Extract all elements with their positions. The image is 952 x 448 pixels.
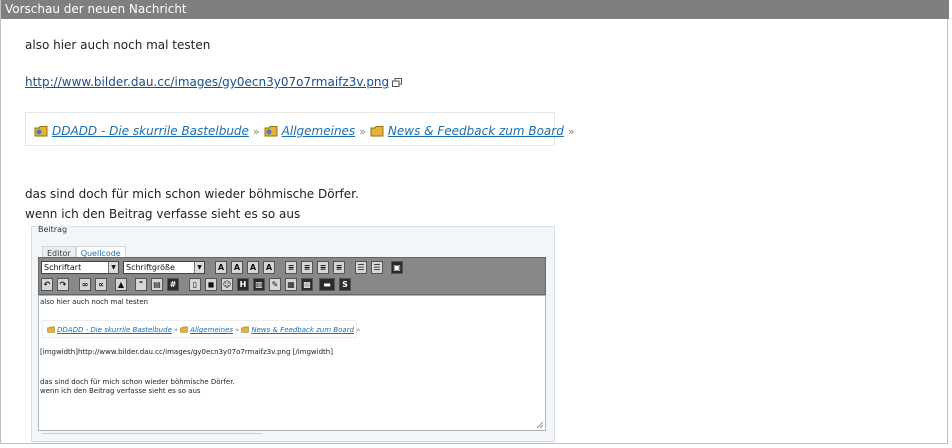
heading-icon[interactable]: H [237,278,249,291]
justify-button[interactable]: ≡ [333,261,345,274]
folder-icon [370,126,384,137]
editor-line-3: wenn ich den Beitrag verfasse sieht es s… [40,387,201,395]
message-line-3: wenn ich den Beitrag verfasse sieht es s… [25,207,301,221]
breadcrumb: DDADD - Die skurrile Bastelbude» Allgemei… [34,123,579,138]
list-button[interactable]: ☰ [355,261,367,274]
align-center-button[interactable]: ≡ [301,261,313,274]
bold-button[interactable]: A [215,261,227,274]
breadcrumb-image: DDADD - Die skurrile Bastelbude» Allgemei… [25,112,575,146]
message-link-row: http://www.bilder.dau.cc/images/gy0ecn3y… [25,75,403,89]
resize-grip-icon[interactable] [534,419,544,429]
link-icon[interactable]: ∞ [79,278,91,291]
html-icon[interactable]: ▥ [253,278,265,291]
breadcrumb-separator: » [567,125,575,138]
image-link[interactable]: http://www.bilder.dau.cc/images/gy0ecn3y… [25,75,389,89]
size-select-value: Schriftgröße [126,263,175,272]
redo-icon[interactable]: ↷ [57,278,69,291]
pen-icon[interactable]: ✎ [269,278,281,291]
breadcrumb-link-bastelbude[interactable]: DDADD - Die skurrile Bastelbude [52,124,249,138]
external-link-icon[interactable] [392,78,403,87]
table-icon[interactable]: ▦ [285,278,297,291]
chevron-down-icon: ▼ [194,262,204,273]
editor-line-2: das sind doch für mich schon wieder böhm… [40,378,235,386]
breadcrumb-separator: » [173,326,179,334]
folder-icon [264,126,278,137]
panel-title: Vorschau der neuen Nachricht [1,0,949,19]
breadcrumb-separator: » [252,125,260,138]
comment-icon[interactable]: ▤ [151,278,163,291]
align-left-button[interactable]: ≡ [285,261,297,274]
editor-line-1: also hier auch noch mal testen [40,298,149,306]
quote-icon[interactable]: " [135,278,147,291]
fullscreen-icon[interactable]: ▣ [391,261,403,274]
editor-legend: Beitrag [36,225,70,234]
breadcrumb-link-allgemeines[interactable]: Allgemeines [282,124,356,138]
editor-toolbar: Schriftart ▼ Schriftgröße ▼ A A A A ≡ ≡ ≡ … [38,257,546,295]
chevron-down-icon: ▼ [108,262,118,273]
editor-crumb-news-feedback: News & Feedback zum Board [251,326,354,334]
message-line-1: also hier auch noch mal testen [25,38,211,52]
editor-tabs: Editor Quellcode [42,241,126,261]
preview-panel: Vorschau der neuen Nachricht also hier a… [0,0,949,444]
folder-icon [34,126,48,137]
breadcrumb-link-news-feedback[interactable]: News & Feedback zum Board [388,124,564,138]
code-icon[interactable]: # [167,278,179,291]
breadcrumb-separator: » [235,326,240,334]
folder-icon [241,326,250,333]
unlink-icon[interactable]: ∝ [95,278,107,291]
device-icon[interactable]: ▯ [189,278,201,291]
breadcrumb-separator: » [355,326,361,334]
folder-icon [180,326,188,333]
align-right-button[interactable]: ≡ [317,261,329,274]
editor-bottom-divider [42,433,262,439]
editor-screenshot: Beitrag Editor Quellcode Schriftart ▼ Schr… [31,225,555,442]
editor-textarea[interactable]: also hier auch noch mal testen DDADD - D… [38,295,546,431]
italic-button[interactable]: A [231,261,243,274]
font-select[interactable]: Schriftart ▼ [41,261,119,274]
message-line-2: das sind doch für mich schon wieder böhm… [25,187,359,201]
undo-icon[interactable]: ↶ [41,278,53,291]
breadcrumb-separator: » [359,125,366,138]
editor-crumb-bastelbude: DDADD - Die skurrile Bastelbude [57,326,172,334]
timer-icon[interactable]: ▬ [319,278,335,291]
font-select-value: Schriftart [44,263,82,272]
editor-img-line: [imgwidth]http://www.bilder.dau.cc/image… [40,348,333,356]
strike-button[interactable]: A [263,261,275,274]
numbered-list-button[interactable]: ☰ [371,261,383,274]
editor-breadcrumb: DDADD - Die skurrile Bastelbude» Allgemei… [47,325,362,334]
folder-icon [47,326,55,333]
editor-crumb-allgemeines: Allgemeines [190,326,234,334]
smiley-icon[interactable]: ☺ [221,278,233,291]
underline-button[interactable]: A [247,261,259,274]
chart-icon[interactable]: ▩ [301,278,313,291]
spoiler-icon[interactable]: S [339,278,351,291]
picture-icon[interactable]: ◼ [205,278,217,291]
editor-breadcrumb-image: DDADD - Die skurrile Bastelbude» Allgemei… [42,320,360,338]
image-icon[interactable]: ▲ [115,278,127,291]
size-select[interactable]: Schriftgröße ▼ [123,261,205,274]
